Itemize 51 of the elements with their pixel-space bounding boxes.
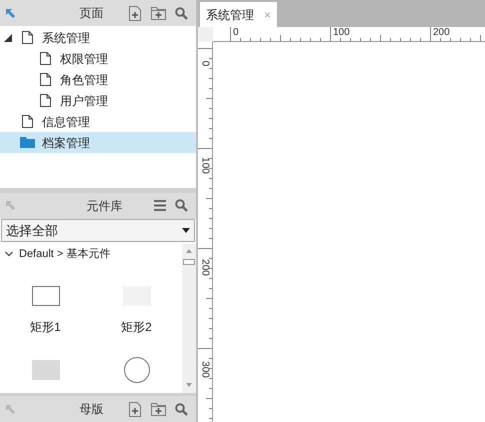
tree-item[interactable]: 档案管理 — [0, 132, 196, 153]
tree-item-label: 权限管理 — [60, 50, 108, 68]
ruler-label: 300 — [198, 360, 212, 380]
tree-item[interactable]: 权限管理 — [0, 48, 196, 69]
scroll-down-arrow-icon[interactable] — [186, 383, 192, 388]
ruler-label: 200 — [433, 26, 450, 40]
tree-item-label: 用户管理 — [60, 92, 108, 110]
widget-label: 矩形2 — [121, 319, 152, 336]
page-icon — [40, 52, 51, 65]
scrollbar[interactable] — [182, 244, 196, 394]
document-tab[interactable]: 系统管理 × — [200, 2, 278, 27]
ruler-label: 200 — [198, 258, 212, 278]
page-icon — [40, 73, 51, 86]
ruler-label: 0 — [198, 60, 212, 68]
folder-icon — [20, 137, 35, 148]
tree-item[interactable]: 信息管理 — [0, 111, 196, 132]
tree-item-label: 信息管理 — [42, 114, 90, 130]
chevron-down-icon — [5, 251, 13, 258]
tree-item-label: 角色管理 — [60, 72, 108, 88]
page-icon — [40, 94, 51, 107]
library-select[interactable]: 选择全部 — [1, 218, 195, 242]
search-icon[interactable] — [175, 6, 188, 20]
search-icon[interactable] — [175, 199, 188, 212]
dock-arrow-icon[interactable] — [6, 8, 15, 18]
dropdown-caret-icon — [182, 228, 190, 233]
page-icon — [22, 31, 33, 44]
add-page-icon[interactable] — [128, 402, 142, 416]
scroll-up-arrow-icon[interactable] — [186, 249, 192, 254]
ruler-label: 100 — [333, 26, 350, 40]
search-icon[interactable] — [175, 402, 188, 416]
expand-triangle-icon[interactable] — [4, 34, 12, 42]
page-icon — [22, 115, 33, 128]
panel-title: 页面 — [78, 5, 104, 22]
panel-title: 母版 — [78, 401, 104, 418]
tree-item[interactable]: 角色管理 — [0, 69, 196, 90]
ruler-label: 0 — [233, 26, 239, 40]
add-folder-icon[interactable] — [151, 402, 166, 416]
tree-item-label: 系统管理 — [42, 30, 90, 46]
add-folder-icon[interactable] — [151, 6, 166, 20]
library-group-header[interactable]: Default > 基本元件 — [0, 244, 182, 264]
menu-icon[interactable] — [154, 200, 166, 212]
tree-item-label: 档案管理 — [42, 134, 90, 152]
ruler-label: 100 — [198, 156, 212, 176]
add-page-icon[interactable] — [128, 6, 142, 20]
widget-label: 矩形1 — [30, 319, 61, 336]
tree-item[interactable]: 系统管理 — [0, 27, 196, 48]
panel-title: 元件库 — [86, 198, 124, 215]
rectangle-widget-preview[interactable] — [32, 286, 60, 306]
tree-item[interactable]: 用户管理 — [0, 90, 196, 111]
circle-widget-preview[interactable] — [124, 357, 150, 384]
scrollbar-thumb[interactable] — [183, 259, 195, 266]
